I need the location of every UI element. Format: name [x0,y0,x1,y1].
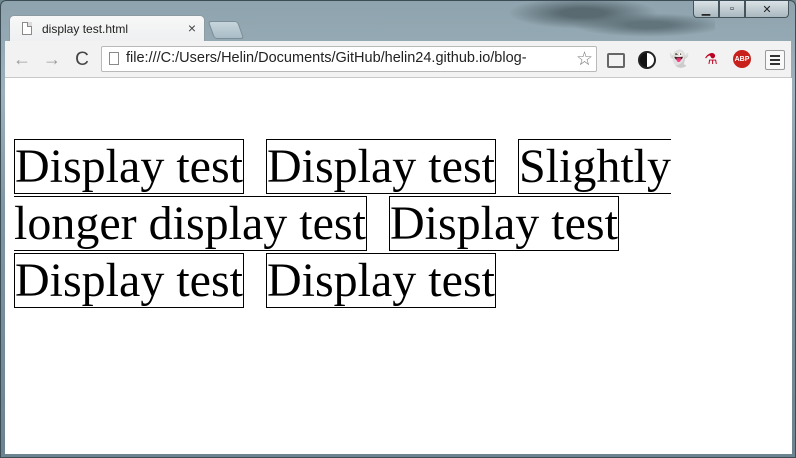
ghostery-icon[interactable]: 👻 [669,49,689,69]
tab-title: display test.html [42,22,129,36]
new-tab-button[interactable] [207,21,245,39]
forward-button[interactable]: → [41,49,63,70]
browser-toolbar: ← → C file:///C:/Users/Helin/Documents/G… [5,41,791,78]
back-button[interactable]: ← [11,49,33,70]
display-box-6: Display test [265,253,496,308]
browser-window: ▁ ▫ ✕ display test.html × ← → C file:///… [0,0,796,458]
adblock-icon[interactable]: ABP [733,50,751,68]
display-box-4: Display test [388,196,619,251]
theme-background-art [495,1,715,41]
contrast-icon[interactable] [638,51,656,69]
close-window-button[interactable]: ✕ [745,1,789,18]
extension-icon[interactable]: ⚗ [701,49,721,69]
reload-button[interactable]: C [71,49,93,71]
address-bar[interactable]: file:///C:/Users/Helin/Documents/GitHub/… [101,46,597,72]
display-box-2: Display test [265,139,496,194]
chrome-menu-icon[interactable] [765,50,785,70]
url-text[interactable]: file:///C:/Users/Helin/Documents/GitHub/… [126,50,566,66]
cast-icon[interactable] [607,53,625,68]
page-content: Display test Display test Slightly longe… [5,78,792,454]
tab-active[interactable]: display test.html × [9,15,205,41]
minimize-button[interactable]: ▁ [693,1,719,18]
maximize-button[interactable]: ▫ [719,1,745,18]
display-box-1: Display test [14,139,244,194]
page-icon [22,22,32,35]
bookmark-star-icon[interactable]: ☆ [576,48,593,71]
display-box-5: Display test [14,253,244,308]
tab-close-button[interactable]: × [188,20,196,36]
page-icon [109,52,119,65]
display-text-block: Display test Display test Slightly longe… [14,138,782,309]
window-controls: ▁ ▫ ✕ [693,1,789,19]
